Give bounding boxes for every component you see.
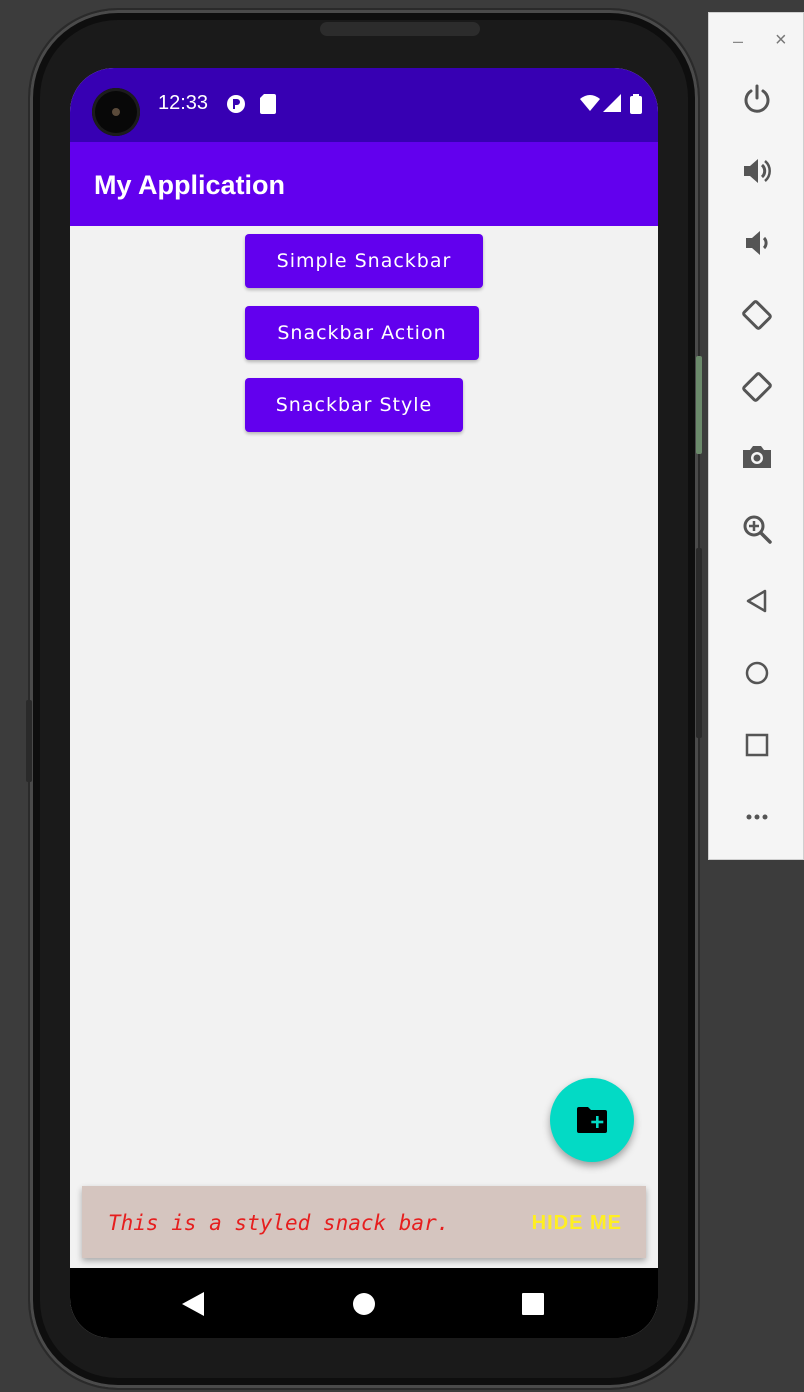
more-button[interactable] xyxy=(737,797,777,837)
close-button[interactable]: × xyxy=(775,29,787,52)
zoom-icon xyxy=(743,515,772,544)
play-protect-icon xyxy=(226,94,246,118)
snackbar-hide-action[interactable]: HIDE ME xyxy=(532,1212,622,1235)
volume-up-button[interactable] xyxy=(737,151,777,191)
simple-snackbar-button[interactable]: Simple Snackbar xyxy=(245,234,483,288)
volume-down-button[interactable] xyxy=(737,223,777,263)
volume-down-icon xyxy=(746,231,768,255)
navigation-bar xyxy=(70,1268,658,1338)
status-bar: 12:33 xyxy=(70,68,658,142)
snackbar: This is a styled snack bar. HIDE ME xyxy=(82,1186,646,1258)
phone-screen: 12:33 My Application Simple Snackbar Sna… xyxy=(70,68,658,1338)
nav-recents-button[interactable] xyxy=(513,1284,553,1324)
signal-icon xyxy=(603,94,621,116)
phone-side-button xyxy=(26,700,32,782)
front-camera xyxy=(92,88,140,136)
rotate-left-icon xyxy=(742,300,772,330)
create-folder-fab[interactable] xyxy=(550,1078,634,1162)
status-time: 12:33 xyxy=(158,92,209,114)
nav-back-button[interactable] xyxy=(173,1284,213,1324)
nav-home-button[interactable] xyxy=(344,1284,384,1324)
home-button[interactable] xyxy=(737,653,777,693)
snackbar-action-button[interactable]: Snackbar Action xyxy=(245,306,479,360)
back-icon xyxy=(182,1292,204,1316)
overview-button[interactable] xyxy=(737,725,777,765)
more-icon xyxy=(746,814,768,820)
back-button[interactable] xyxy=(737,581,777,621)
back-icon xyxy=(746,589,767,613)
volume-up-icon xyxy=(744,159,771,183)
snackbar-message: This is a styled snack bar. xyxy=(108,1211,450,1235)
emulator-toolbar: – × xyxy=(708,12,804,860)
home-icon xyxy=(353,1293,375,1315)
app-bar: My Application xyxy=(70,142,658,226)
create-new-folder-icon xyxy=(577,1107,607,1133)
snackbar-style-button[interactable]: Snackbar Style xyxy=(245,378,463,432)
zoom-button[interactable] xyxy=(737,509,777,549)
power-button[interactable] xyxy=(737,79,777,119)
battery-icon xyxy=(630,94,642,118)
overview-icon xyxy=(745,733,769,757)
home-icon xyxy=(745,661,769,685)
power-icon xyxy=(744,84,770,113)
camera-icon xyxy=(743,446,771,468)
recents-icon xyxy=(522,1293,544,1315)
phone-side-button xyxy=(696,548,702,738)
wifi-icon xyxy=(580,94,600,116)
minimize-button[interactable]: – xyxy=(733,31,743,52)
sd-card-icon xyxy=(260,94,276,118)
rotate-right-button[interactable] xyxy=(737,367,777,407)
earpiece-slot xyxy=(320,22,480,36)
phone-side-button xyxy=(696,356,702,454)
rotate-left-button[interactable] xyxy=(737,295,777,335)
screenshot-button[interactable] xyxy=(737,437,777,477)
app-title: My Application xyxy=(94,170,286,200)
rotate-right-icon xyxy=(742,372,772,402)
